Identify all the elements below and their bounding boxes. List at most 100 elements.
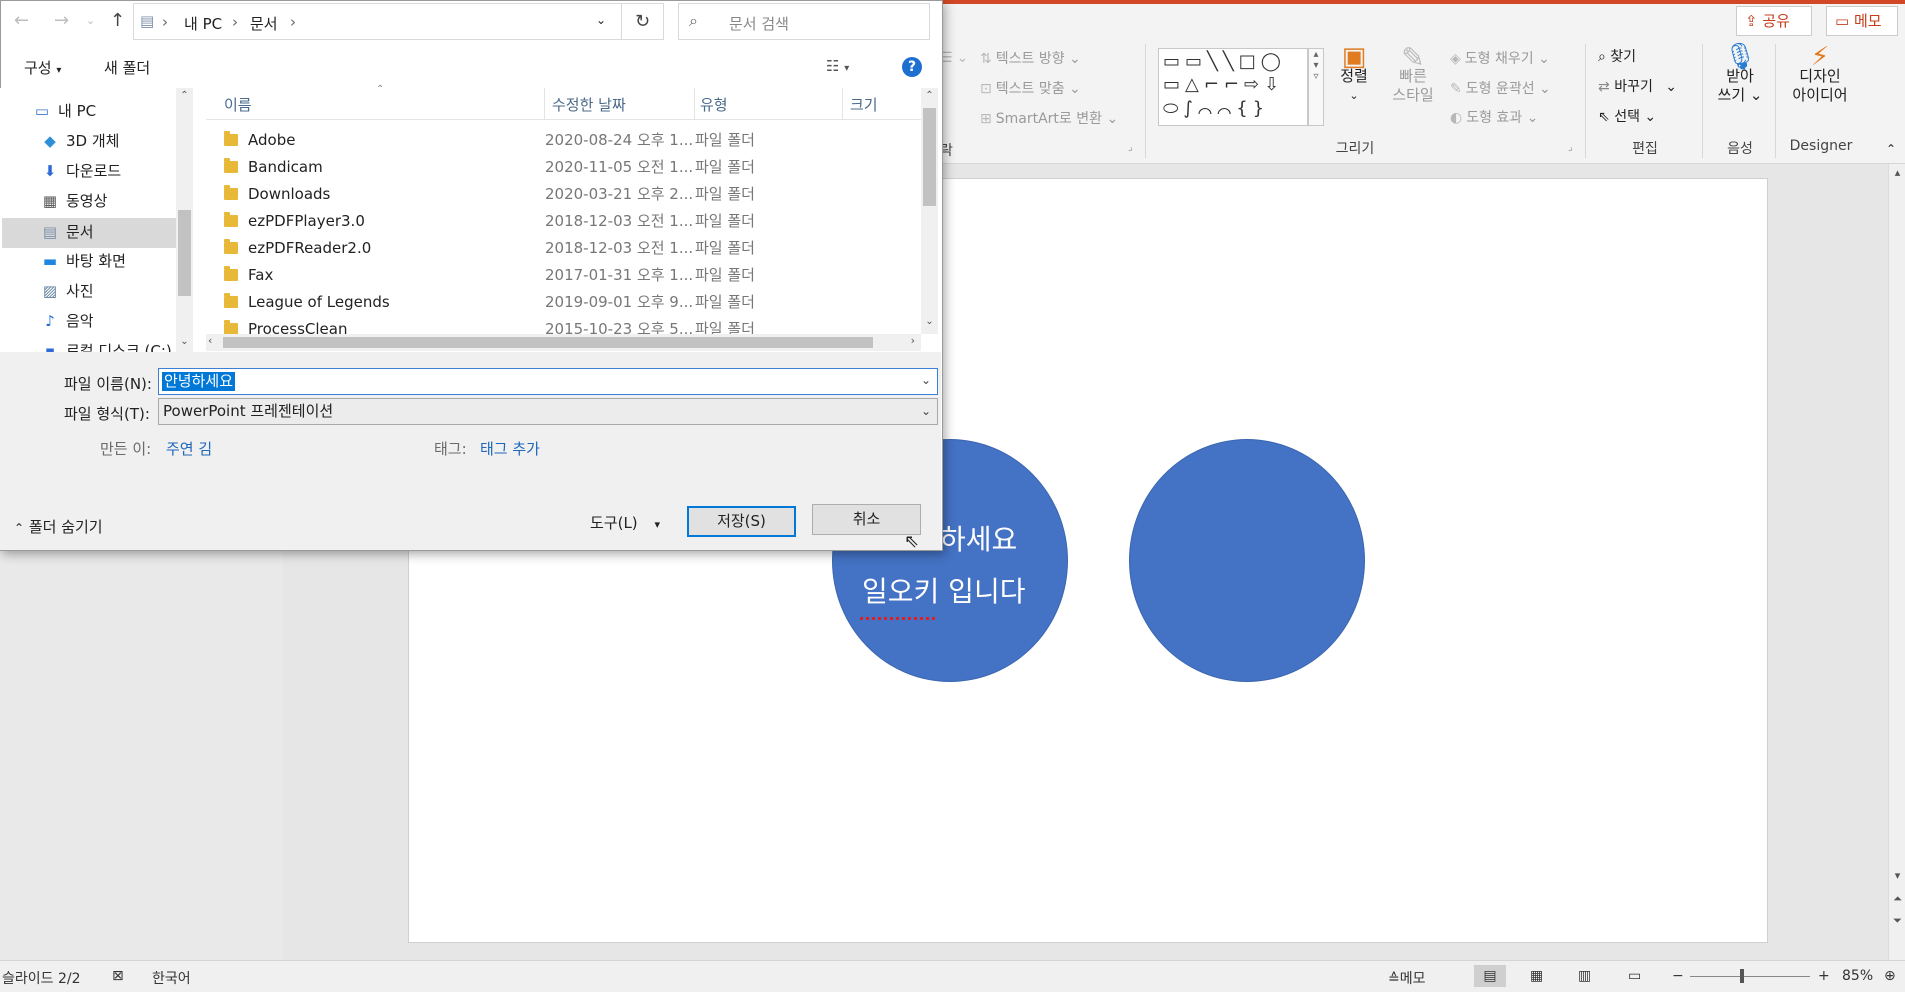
- circle-shape-right[interactable]: [1129, 439, 1365, 682]
- column-divider[interactable]: [544, 88, 545, 120]
- find-button[interactable]: ⌕ 찾기: [1598, 46, 1636, 66]
- scroll-up-icon[interactable]: ⌃: [176, 90, 193, 101]
- nav-item-local-disk[interactable]: ▪ 로컬 디스크 (C:): [40, 337, 176, 352]
- column-date-modified[interactable]: 수정한 날짜: [552, 94, 626, 115]
- nav-item-pictures[interactable]: ▨ 사진: [40, 277, 192, 306]
- column-divider[interactable]: [842, 88, 843, 120]
- zoom-slider[interactable]: [1690, 976, 1810, 977]
- zoom-slider-thumb[interactable]: [1740, 969, 1744, 983]
- shape-fill-button[interactable]: ◈ 도형 채우기 ⌄: [1450, 48, 1550, 68]
- refresh-button[interactable]: ↻: [622, 3, 664, 40]
- next-slide-icon[interactable]: ⏷: [1889, 914, 1905, 928]
- filename-input[interactable]: 안녕하세요 ⌄: [158, 368, 938, 395]
- recent-locations-icon[interactable]: ⌄: [86, 14, 95, 27]
- file-row[interactable]: League of Legends 2019-09-01 오후 9... 파일 …: [206, 289, 921, 316]
- scroll-up-icon[interactable]: ▴: [1889, 166, 1905, 179]
- address-bar[interactable]: ▤ › 내 PC › 문서 › ⌄: [133, 3, 622, 40]
- column-size[interactable]: 크기: [850, 94, 878, 115]
- zoom-level[interactable]: 85%: [1842, 968, 1873, 984]
- search-input[interactable]: ⌕ 문서 검색: [678, 3, 930, 40]
- file-list-horizontal-thumb[interactable]: [223, 337, 873, 348]
- scroll-left-icon[interactable]: ‹: [208, 334, 212, 347]
- zoom-out-icon[interactable]: −: [1672, 968, 1684, 984]
- quick-styles-icon: ✎: [1401, 41, 1425, 74]
- file-row[interactable]: Bandicam 2020-11-05 오전 1... 파일 폴더: [206, 154, 921, 181]
- file-row[interactable]: ProcessClean 2015-10-23 오후 5... 파일 폴더: [206, 316, 921, 334]
- nav-item-downloads[interactable]: ⬇ 다운로드: [40, 157, 192, 186]
- drawing-group-label: 그리기: [1335, 141, 1375, 157]
- reading-view-icon[interactable]: ▥: [1578, 968, 1591, 984]
- slide-vertical-scrollbar[interactable]: ▴ ▾ ⏶ ⏷: [1888, 164, 1905, 960]
- design-ideas-button[interactable]: ⚡ 디자인 아이디어: [1780, 44, 1860, 105]
- nav-item-desktop[interactable]: ▬ 바탕 화면: [40, 247, 192, 276]
- prev-slide-icon[interactable]: ⏶: [1889, 892, 1905, 906]
- nav-item-videos[interactable]: ▦ 동영상: [40, 187, 192, 216]
- shapes-gallery[interactable]: ▭▭╲╲□◯ ▭△⌐⌐⇨⇩ ⬭∫⌒⌒{}: [1158, 48, 1308, 126]
- dictate-button[interactable]: 🎙 받아 쓰기 ⌄: [1712, 44, 1768, 105]
- replace-button[interactable]: ⇄ 바꾸기 ⌄: [1598, 76, 1677, 96]
- new-folder-button[interactable]: 새 폴더: [104, 57, 150, 78]
- share-label: 공유: [1762, 12, 1790, 30]
- filetype-select[interactable]: PowerPoint 프레젠테이션 ⌄: [158, 398, 938, 425]
- scroll-down-icon[interactable]: ⌄: [176, 336, 193, 347]
- tags-value[interactable]: 태그 추가: [480, 438, 540, 459]
- file-row[interactable]: Fax 2017-01-31 오후 1... 파일 폴더: [206, 262, 921, 289]
- nav-item-documents[interactable]: ▤ 문서: [40, 218, 192, 247]
- organize-button[interactable]: 구성 ▾: [24, 57, 61, 78]
- file-row[interactable]: Adobe 2020-08-24 오후 1... 파일 폴더: [206, 127, 921, 154]
- scroll-right-icon[interactable]: ›: [911, 334, 915, 347]
- nav-scrollbar-thumb[interactable]: [178, 210, 191, 296]
- quick-styles-button[interactable]: ✎ 빠른 스타일: [1380, 41, 1446, 105]
- filename-label: 파일 이름(N):: [64, 375, 152, 393]
- up-arrow-icon[interactable]: ↑: [110, 10, 125, 31]
- author-value[interactable]: 주연 김: [166, 438, 212, 459]
- column-divider[interactable]: [694, 88, 695, 120]
- column-name[interactable]: 이름: [224, 94, 252, 115]
- smartart-button[interactable]: ⊞ SmartArt로 변환 ⌄: [980, 108, 1118, 128]
- address-dropdown-icon[interactable]: ⌄: [596, 13, 606, 27]
- forward-arrow-icon[interactable]: →: [54, 10, 69, 31]
- slideshow-icon[interactable]: ▭: [1628, 968, 1641, 984]
- align-text-button[interactable]: ⊡ 텍스트 맞춤 ⌄: [980, 78, 1081, 98]
- scroll-down-icon[interactable]: ▾: [1889, 869, 1905, 882]
- slide-sorter-icon[interactable]: ▦: [1530, 968, 1543, 984]
- shape-outline-button[interactable]: ✎ 도형 윤곽선 ⌄: [1450, 78, 1551, 98]
- normal-view-icon[interactable]: ▤: [1474, 965, 1506, 987]
- download-icon: ⬇: [43, 162, 57, 180]
- memo-button[interactable]: ▭ 메모: [1826, 6, 1898, 36]
- pictures-icon: ▨: [42, 282, 58, 300]
- zoom-in-icon[interactable]: +: [1818, 968, 1830, 984]
- select-button[interactable]: ⇖ 선택 ⌄: [1598, 106, 1656, 126]
- scroll-up-icon[interactable]: ⌃: [921, 90, 938, 101]
- fit-to-window-icon[interactable]: ⊕: [1884, 968, 1896, 984]
- shape-effects-button[interactable]: ◐ 도형 효과 ⌄: [1450, 107, 1538, 127]
- paragraph-launcher-icon[interactable]: ⌟: [1128, 142, 1133, 153]
- nav-item-music[interactable]: ♪ 음악: [40, 307, 192, 336]
- view-options-button[interactable]: ☷ ▾: [826, 57, 849, 75]
- nav-item-3d-objects[interactable]: ◆ 3D 개체: [40, 127, 192, 156]
- hide-folders-button[interactable]: ⌃ 폴더 숨기기: [14, 516, 103, 537]
- chevron-down-icon[interactable]: ⌄: [921, 373, 931, 387]
- shapes-gallery-scroll[interactable]: ▴ ▾ ▿: [1308, 48, 1324, 126]
- file-row[interactable]: ezPDFPlayer3.0 2018-12-03 오전 1... 파일 폴더: [206, 208, 921, 235]
- back-arrow-icon[interactable]: ←: [14, 10, 29, 31]
- notes-button[interactable]: ≙메모: [1388, 968, 1426, 988]
- drawing-launcher-icon[interactable]: ⌟: [1568, 142, 1573, 153]
- file-row[interactable]: ezPDFReader2.0 2018-12-03 오전 1... 파일 폴더: [206, 235, 921, 262]
- file-row[interactable]: Downloads 2020-03-21 오후 2... 파일 폴더: [206, 181, 921, 208]
- share-button[interactable]: ⇪ 공유: [1736, 6, 1812, 36]
- breadcrumb-pc[interactable]: 내 PC: [184, 13, 222, 34]
- collapse-ribbon-icon[interactable]: ⌃: [1886, 142, 1896, 156]
- file-list-vertical-thumb[interactable]: [923, 108, 936, 206]
- column-type[interactable]: 유형: [700, 94, 728, 115]
- language-indicator[interactable]: 한국어: [152, 968, 191, 988]
- save-button[interactable]: 저장(S): [687, 506, 796, 537]
- spellcheck-icon[interactable]: ⊠: [112, 968, 124, 984]
- help-icon[interactable]: ?: [902, 57, 922, 77]
- scroll-down-icon[interactable]: ⌄: [921, 316, 938, 327]
- arrange-button[interactable]: ▣ 정렬 ⌄: [1330, 44, 1378, 105]
- text-direction-button[interactable]: ⇅ 텍스트 방향 ⌄: [980, 48, 1081, 68]
- tools-button[interactable]: 도구(L) ▾: [590, 512, 660, 533]
- breadcrumb-documents[interactable]: 문서: [250, 13, 278, 34]
- nav-item-this-pc[interactable]: ▭ 내 PC: [32, 97, 184, 126]
